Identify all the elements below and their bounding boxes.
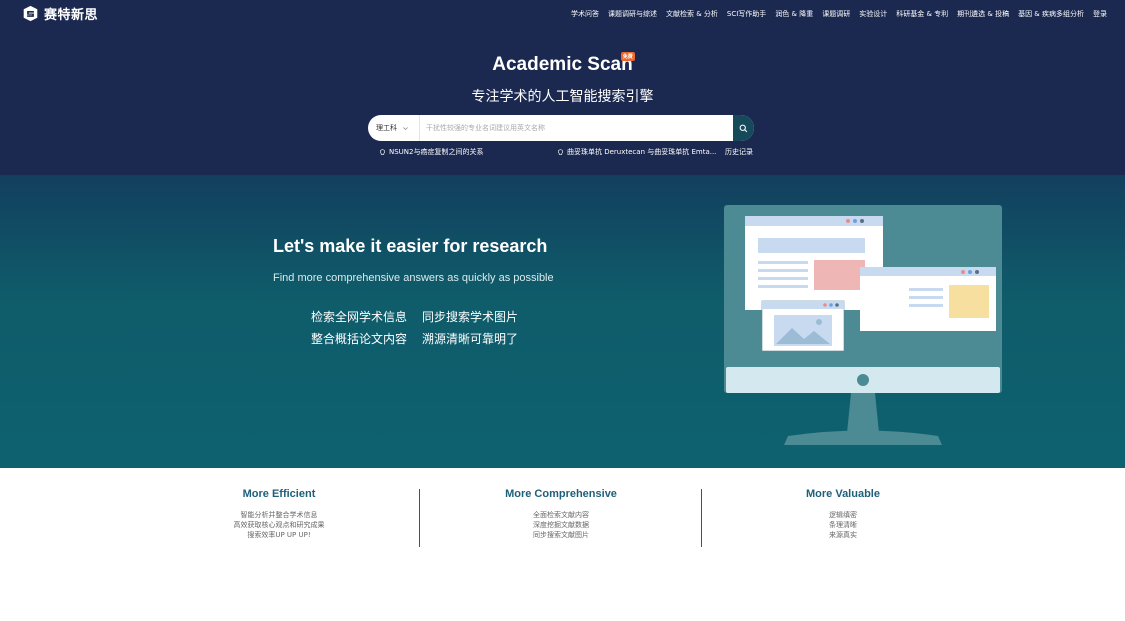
suggestion-item-2[interactable]: 曲妥珠单抗 Deruxtecan 与曲妥珠单抗 Emta...: [557, 147, 716, 157]
column-title: More Comprehensive: [505, 488, 617, 500]
lightbulb-icon: [557, 148, 564, 155]
login-link[interactable]: 登录: [1093, 9, 1107, 19]
column-efficient: More Efficient 智能分析并整合学术信息 高效获取核心观点和研究成果…: [138, 488, 420, 540]
logo[interactable]: 赛特新思: [22, 4, 99, 23]
feature-item: 检索全网学术信息: [311, 310, 408, 324]
nav-funding-patent[interactable]: 科研基金 & 专利: [896, 9, 948, 19]
feature-columns: More Efficient 智能分析并整合学术信息 高效获取核心观点和研究成果…: [0, 468, 1125, 621]
column-line: 来源真实: [829, 531, 857, 539]
tagline: 专注学术的人工智能搜索引擎: [471, 89, 654, 105]
column-line: 条理清晰: [829, 521, 857, 529]
nav-polish[interactable]: 润色 & 降重: [775, 9, 813, 19]
page: 赛特新思 学术问答 课题调研与综述 文献检索 & 分析 SCI写作助手 润色 &…: [0, 0, 1125, 621]
field-selector[interactable]: 理工科: [368, 115, 420, 141]
column-title: More Efficient: [242, 488, 316, 500]
brand-wrap: Academic Scan 免费: [492, 52, 635, 76]
column-line: 逻辑缜密: [829, 511, 857, 519]
nav-academic-qa[interactable]: 学术问答: [571, 9, 599, 19]
field-selector-value: 理工科: [376, 124, 397, 132]
logo-icon: [23, 5, 38, 21]
column-line: 同步搜索文献图片: [533, 531, 589, 539]
nav-journal-selection[interactable]: 期刊遴选 & 投稿: [957, 9, 1009, 19]
nav-topic-review[interactable]: 课题调研与综述: [608, 9, 657, 19]
suggestion-text: 曲妥珠单抗 Deruxtecan 与曲妥珠单抗 Emta...: [567, 148, 717, 156]
hero-title: Let's make it easier for research: [273, 236, 548, 256]
nav-sci-writing[interactable]: SCI写作助手: [727, 9, 766, 19]
chevron-down-icon: [403, 126, 408, 130]
feature-item: 整合概括论文内容: [311, 332, 408, 346]
column-title: More Valuable: [806, 488, 880, 500]
column-line: 全面检索文献内容: [533, 511, 589, 519]
search-icon: [739, 124, 748, 132]
header-area: 赛特新思 学术问答 课题调研与综述 文献检索 & 分析 SCI写作助手 润色 &…: [0, 0, 1125, 175]
brand-title: Academic Scan: [492, 54, 633, 75]
nav-gene-analysis[interactable]: 基因 & 疾病多组分析: [1018, 9, 1084, 19]
monitor-illustration: [724, 205, 1002, 445]
top-nav: 学术问答 课题调研与综述 文献检索 & 分析 SCI写作助手 润色 & 降重 课…: [571, 9, 1107, 19]
nav-literature-search[interactable]: 文献检索 & 分析: [666, 9, 718, 19]
search-button[interactable]: [733, 115, 754, 141]
nav-topic-research[interactable]: 课题调研: [822, 9, 850, 19]
history-link[interactable]: 历史记录: [725, 147, 753, 157]
column-line: 深度挖掘文献数据: [533, 521, 589, 529]
hero-section: Let's make it easier for research Find m…: [0, 175, 1125, 468]
column-comprehensive: More Comprehensive 全面检索文献内容 深度挖掘文献数据 同步搜…: [420, 488, 702, 540]
column-line: 搜索效率UP UP UP!: [247, 531, 311, 539]
column-valuable: More Valuable 逻辑缜密 条理清晰 来源真实: [702, 488, 984, 540]
feature-item: 溯源清晰可靠明了: [422, 332, 519, 346]
column-line: 智能分析并整合学术信息: [240, 511, 318, 519]
suggestion-text: NSUN2与癌症复制之间的关系: [389, 148, 484, 156]
brand-block: Academic Scan 免费: [0, 52, 1125, 76]
logo-text: 赛特新思: [44, 7, 99, 23]
column-line: 高效获取核心观点和研究成果: [233, 521, 325, 529]
free-badge: 免费: [620, 52, 635, 61]
suggestion-item-1[interactable]: NSUN2与癌症复制之间的关系: [379, 147, 484, 157]
nav-experiment-design[interactable]: 实验设计: [859, 9, 887, 19]
search-input[interactable]: [420, 115, 733, 141]
hero-subtitle: Find more comprehensive answers as quick…: [273, 272, 554, 284]
feature-item: 同步搜索学术图片: [422, 310, 519, 324]
lightbulb-icon: [379, 148, 386, 155]
search-bar: 理工科: [368, 115, 754, 141]
